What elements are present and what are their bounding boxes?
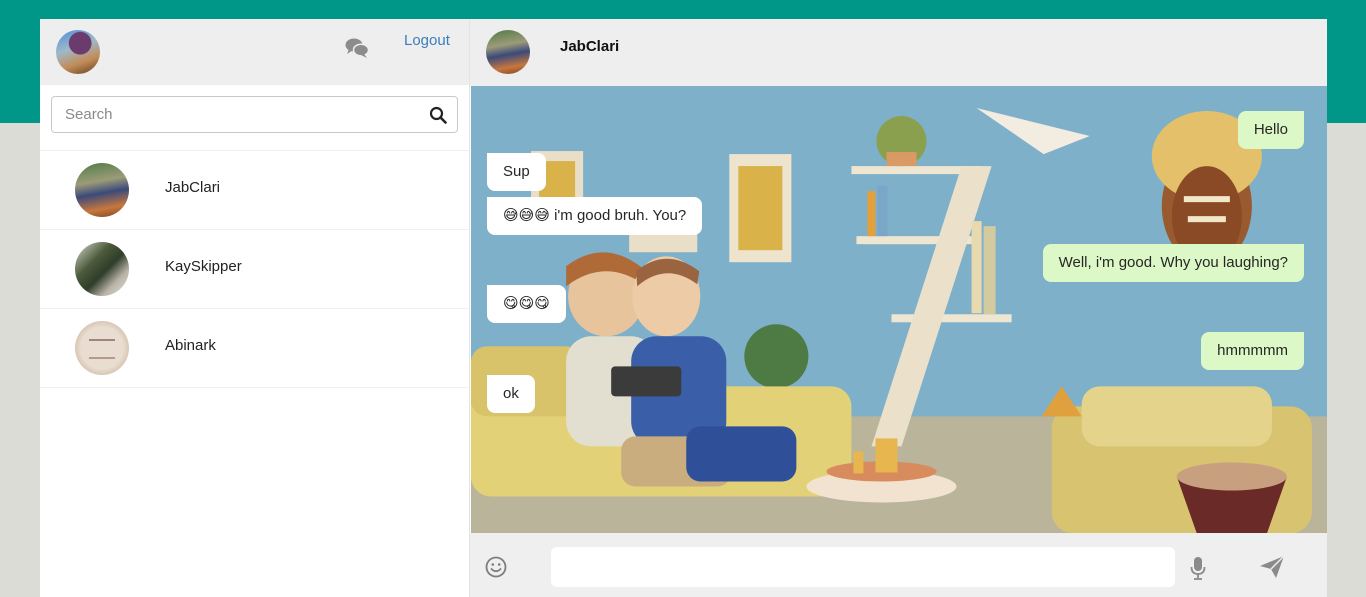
contact-name: JabClari	[165, 179, 221, 196]
contact-name: KaySkipper	[165, 258, 242, 275]
message-list[interactable]: Hello Sup 😅😅😅 i'm good bruh. You? Well, …	[471, 86, 1327, 533]
microphone-icon[interactable]	[1190, 556, 1206, 580]
search-box	[51, 96, 458, 133]
search-input[interactable]	[52, 97, 412, 132]
message-composer	[470, 533, 1327, 597]
search-icon[interactable]	[429, 106, 447, 124]
contact-avatar	[75, 321, 129, 375]
message-bubble-incoming: 😅😅😅 i'm good bruh. You?	[487, 197, 703, 235]
message-bubble-outgoing: Well, i'm good. Why you laughing?	[1042, 244, 1304, 282]
contact-name: Abinark	[165, 337, 216, 354]
user-avatar[interactable]	[56, 30, 100, 74]
contact-avatar	[75, 242, 129, 296]
chat-wallpaper	[471, 86, 1327, 533]
message-input[interactable]	[551, 547, 1175, 587]
sidebar: Logout JabClari KaySkipper Abinark	[40, 19, 470, 597]
sidebar-header: Logout	[40, 19, 469, 85]
message-bubble-incoming: 😋😋😋	[487, 285, 566, 323]
contact-avatar	[75, 163, 129, 217]
message-bubble-incoming: ok	[487, 375, 535, 413]
chat-contact-name: JabClari	[560, 38, 620, 55]
chat-panel: JabClari Hello Sup 😅😅😅 i'm good bruh. Yo…	[470, 19, 1327, 597]
contact-item[interactable]: Abinark	[40, 309, 469, 388]
logout-link[interactable]: Logout	[404, 32, 450, 49]
chat-header: JabClari	[470, 19, 1327, 86]
search-bar	[40, 85, 469, 151]
contact-avatar[interactable]	[486, 30, 530, 74]
message-bubble-outgoing: hmmmmm	[1201, 332, 1304, 370]
contact-item[interactable]: KaySkipper	[40, 230, 469, 309]
chat-bubbles-icon[interactable]	[345, 37, 369, 59]
message-bubble-outgoing: Hello	[1237, 111, 1304, 149]
contact-item[interactable]: JabClari	[40, 151, 469, 230]
send-icon[interactable]	[1259, 555, 1285, 579]
message-bubble-incoming: Sup	[487, 153, 546, 191]
smiley-icon[interactable]	[485, 556, 507, 578]
chat-app: Logout JabClari KaySkipper Abinark	[40, 19, 1327, 597]
